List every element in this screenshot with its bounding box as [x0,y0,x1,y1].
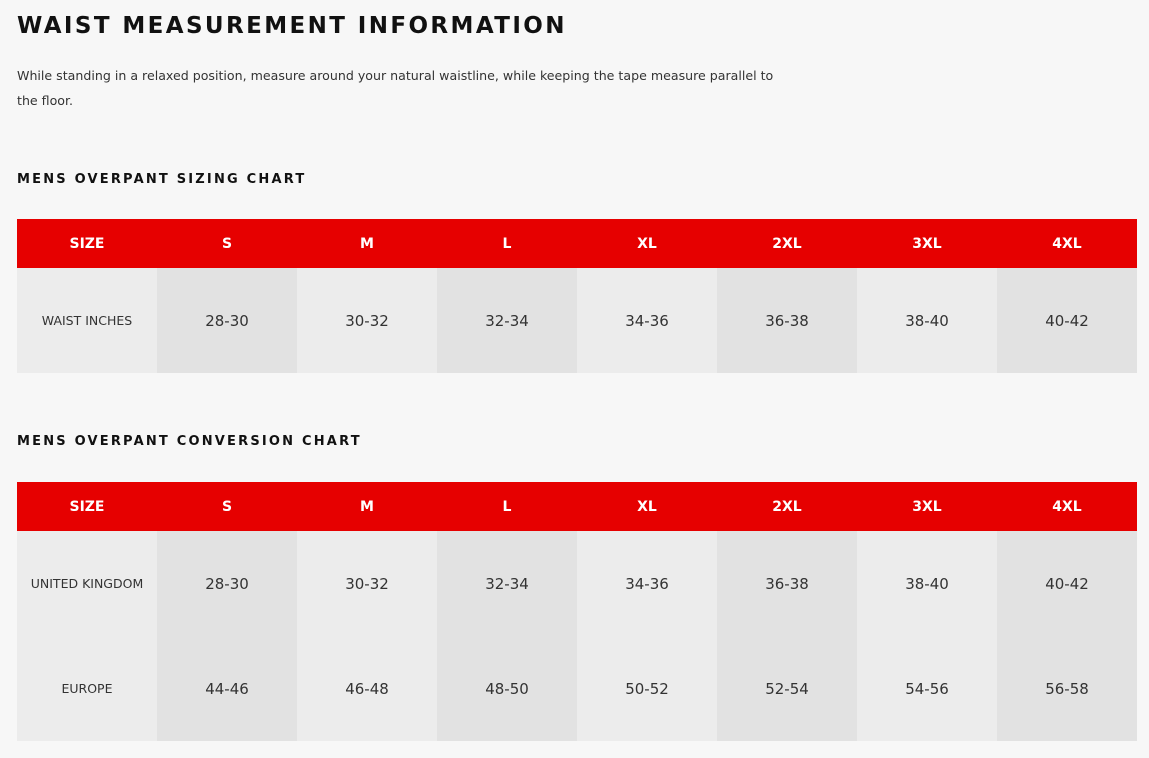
table-cell: 52-54 [717,636,857,741]
header-4xl: 4XL [997,219,1137,268]
header-s: S [157,482,297,531]
table-row: UNITED KINGDOM 28-30 30-32 32-34 34-36 3… [17,531,1137,636]
table-cell: 40-42 [997,531,1137,636]
table-row: WAIST INCHES 28-30 30-32 32-34 34-36 36-… [17,268,1137,373]
table-cell: 36-38 [717,268,857,373]
row-label-united-kingdom: UNITED KINGDOM [17,531,157,636]
table-cell: 28-30 [157,531,297,636]
header-s: S [157,219,297,268]
table-cell: 56-58 [997,636,1137,741]
table-cell: 30-32 [297,531,437,636]
table-cell: 34-36 [577,268,717,373]
header-l: L [437,482,577,531]
page-title: WAIST MEASUREMENT INFORMATION [17,13,567,39]
sizing-table: SIZE S M L XL 2XL 3XL 4XL WAIST INCHES 2… [17,219,1137,373]
intro-text: While standing in a relaxed position, me… [17,68,774,108]
conversion-header-row: SIZE S M L XL 2XL 3XL 4XL [17,482,1137,531]
header-2xl: 2XL [717,482,857,531]
row-label-waist-inches: WAIST INCHES [17,268,157,373]
table-cell: 32-34 [437,268,577,373]
table-cell: 34-36 [577,531,717,636]
table-cell: 36-38 [717,531,857,636]
row-label-europe: EUROPE [17,636,157,741]
header-3xl: 3XL [857,219,997,268]
table-cell: 46-48 [297,636,437,741]
header-size: SIZE [17,219,157,268]
header-3xl: 3XL [857,482,997,531]
header-4xl: 4XL [997,482,1137,531]
header-2xl: 2XL [717,219,857,268]
header-size: SIZE [17,482,157,531]
table-cell: 50-52 [577,636,717,741]
table-cell: 38-40 [857,531,997,636]
table-cell: 40-42 [997,268,1137,373]
sizing-header-row: SIZE S M L XL 2XL 3XL 4XL [17,219,1137,268]
table-cell: 48-50 [437,636,577,741]
header-xl: XL [577,482,717,531]
table-cell: 28-30 [157,268,297,373]
conversion-table: SIZE S M L XL 2XL 3XL 4XL UNITED KINGDOM… [17,482,1137,741]
table-cell: 32-34 [437,531,577,636]
header-xl: XL [577,219,717,268]
header-l: L [437,219,577,268]
table-row: EUROPE 44-46 46-48 48-50 50-52 52-54 54-… [17,636,1137,741]
table-cell: 44-46 [157,636,297,741]
sizing-chart-title: MENS OVERPANT SIZING CHART [17,172,307,187]
table-cell: 54-56 [857,636,997,741]
table-cell: 30-32 [297,268,437,373]
header-m: M [297,482,437,531]
table-cell: 38-40 [857,268,997,373]
conversion-chart-title: MENS OVERPANT CONVERSION CHART [17,434,362,449]
header-m: M [297,219,437,268]
